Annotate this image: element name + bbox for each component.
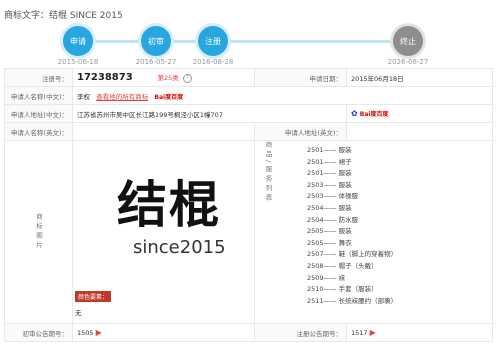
page-title: 商标文字：结棍 SINCE 2015: [4, 11, 123, 21]
step-terminate: 终止: [393, 26, 423, 56]
list-item: 2504—— 服装: [307, 203, 352, 212]
reg-no: 17238873: [77, 72, 133, 83]
step-apply: 申请: [63, 26, 93, 56]
applicant-en-label: 申请人名称(英文)：: [4, 122, 73, 141]
timeline-line: [82, 40, 412, 43]
mark-image-label: 商标图片: [34, 213, 43, 251]
prelim-pub-label: 初审公告期号：: [4, 323, 73, 342]
status-timeline: 申请 2015-06-18 初审 2016-05-27 注册 2016-08-2…: [0, 22, 496, 68]
mark-text-cn: 结棍: [117, 175, 221, 234]
pdf-icon[interactable]: ▶: [96, 328, 102, 337]
baidu-address-button[interactable]: ✿ Bai度百度: [351, 109, 388, 118]
apply-date: 2015年06月18日: [346, 68, 493, 87]
prelim-pub-no: 1505: [77, 329, 94, 337]
list-item: 2504—— 防水服: [307, 215, 359, 224]
goods-list: 2501—— 服装 2501—— 裙子 2501—— 服装 2503—— 服装 …: [255, 141, 492, 307]
apply-date-label: 申请日期：: [254, 68, 347, 87]
baidu-search-button[interactable]: Bai度百度: [154, 94, 183, 101]
step-register-date: 2016-08-28: [192, 58, 234, 66]
list-item: 2507—— 鞋（脚上的穿着物）: [307, 250, 398, 259]
list-item: 2503—— 体操服: [307, 192, 359, 201]
reg-no-label: 注册号：: [4, 68, 73, 87]
address-cn: 江苏省苏州市吴中区长江路199号桐泾小区1幢707: [77, 110, 223, 119]
baidu-paw-icon: ✿: [351, 109, 358, 118]
list-item: 2503—— 服装: [307, 180, 352, 189]
list-item: 2510—— 手套（服装）: [307, 285, 378, 294]
color-label: 颜色要素：: [75, 291, 112, 302]
reg-pub-label: 注册公告期号：: [254, 323, 347, 342]
goods-list-label: 商品/服务列表: [264, 141, 272, 204]
step-apply-date: 2015-06-18: [57, 58, 99, 66]
list-item: 2508—— 帽子（头戴）: [307, 261, 378, 270]
list-item: 2505—— 舞衣: [307, 238, 352, 247]
step-review-date: 2016-05-27: [135, 58, 177, 66]
list-item: 2501—— 裙子: [307, 157, 352, 166]
mark-text-en: since2015: [133, 237, 226, 258]
list-item: 2501—— 服装: [307, 169, 352, 178]
step-review: 初审: [141, 26, 171, 56]
color-value: 无: [75, 309, 82, 317]
list-item: 2505—— 服装: [307, 227, 352, 236]
class-text: 第25类: [157, 74, 179, 82]
applicant-cn: 李权: [77, 92, 90, 101]
pdf-icon[interactable]: ▶: [370, 328, 376, 337]
help-icon[interactable]: ?: [182, 73, 192, 83]
trademark-image: 结棍 since2015 颜色要素： 无: [73, 141, 254, 323]
address-en-label: 申请人地址(英文)：: [254, 122, 347, 141]
applicant-cn-label: 申请人名称(中文)：: [4, 86, 73, 105]
applicant-all-marks-link[interactable]: 查看他的所有商标: [96, 93, 148, 101]
step-register: 注册: [198, 26, 228, 56]
step-terminate-date: 2026-08-27: [387, 58, 429, 66]
list-item: 2511—— 长统袜腰约（部裹）: [307, 296, 398, 305]
trademark-info-table: 注册号： 17238873 第25类 ? 申请日期： 2015年06月18日 申…: [4, 68, 493, 342]
address-cn-label: 申请人地址(中文)：: [4, 104, 73, 123]
reg-pub-no: 1517: [351, 329, 368, 337]
list-item: 2509—— 袜: [307, 273, 346, 282]
list-item: 2501—— 服装: [307, 146, 352, 154]
